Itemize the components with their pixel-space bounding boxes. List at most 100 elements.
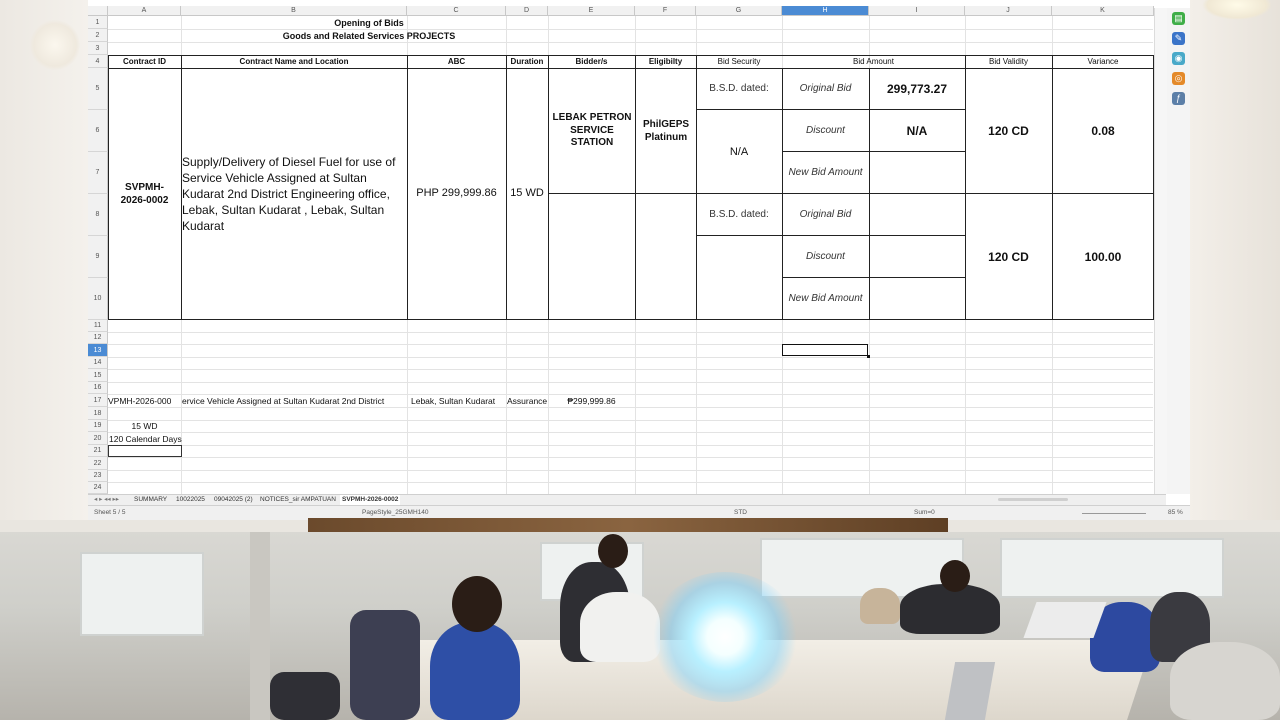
table-border [782, 151, 965, 152]
row17-cell-d[interactable]: Assurance [507, 396, 551, 406]
table-border [548, 193, 696, 194]
variance-cell[interactable]: 0.08 [1052, 124, 1154, 138]
status-zoom[interactable]: 85 % [1168, 506, 1183, 519]
discount-value[interactable]: N/A [869, 124, 965, 138]
column-header-b[interactable]: B [181, 6, 407, 16]
gridline [108, 332, 1153, 333]
row-header[interactable]: 21 [88, 445, 108, 457]
person-head [452, 576, 502, 632]
row20-cell-a[interactable]: 120 Calendar Days [109, 434, 209, 444]
bid-validity-cell[interactable]: 120 CD [965, 124, 1052, 138]
column-header-i[interactable]: I [869, 6, 965, 16]
tab-summary[interactable]: SUMMARY [132, 495, 169, 505]
row-header[interactable]: 6 [88, 110, 108, 152]
row17-cell-e[interactable]: ₱299,999.86 [548, 396, 635, 406]
meeting-room-video [0, 532, 1280, 720]
row-header[interactable]: 12 [88, 332, 108, 344]
original-bid-value[interactable]: 299,773.27 [869, 82, 965, 96]
ceiling-lamp [1202, 0, 1272, 20]
gallery-icon[interactable]: ◉ [1172, 52, 1185, 65]
row-header[interactable]: 10 [88, 278, 108, 320]
tab-10022025[interactable]: 10022025 [174, 495, 207, 505]
row-header[interactable]: 14 [88, 357, 108, 369]
vertical-scrollbar[interactable] [1154, 8, 1167, 494]
column-header-e[interactable]: E [548, 6, 635, 16]
row-header[interactable]: 8 [88, 194, 108, 236]
functions-icon[interactable]: ƒ [1172, 92, 1185, 105]
row-header[interactable]: 9 [88, 236, 108, 278]
new-bid-amount-label: New Bid Amount [788, 167, 863, 178]
row-header[interactable]: 17 [88, 394, 108, 407]
row17-cell-b[interactable]: ervice Vehicle Assigned at Sultan Kudara… [182, 396, 406, 406]
person-head [598, 534, 628, 568]
column-header-f[interactable]: F [635, 6, 696, 16]
table-border [1052, 55, 1053, 320]
row-header[interactable]: 23 [88, 470, 108, 482]
window [1000, 538, 1224, 598]
sheet-subtitle: Goods and Related Services PROJECTS [282, 31, 456, 41]
header-duration: Duration [510, 57, 544, 66]
row-header[interactable]: 11 [88, 320, 108, 332]
laptop [1023, 602, 1107, 638]
row-header[interactable]: 1 [88, 16, 108, 29]
row17-cell-c[interactable]: Lebak, Sultan Kudarat [411, 396, 506, 406]
header-contract-id: Contract ID [122, 57, 167, 66]
contract-id-cell[interactable]: SVPMH- 2026-0002 [108, 181, 181, 207]
column-header-k[interactable]: K [1052, 6, 1154, 16]
row-header[interactable]: 15 [88, 369, 108, 382]
navigator-icon[interactable]: ◎ [1172, 72, 1185, 85]
styles-icon[interactable]: ✎ [1172, 32, 1185, 45]
table-border [108, 319, 1154, 320]
table-border [108, 68, 1154, 69]
contract-name-cell[interactable]: Supply/Delivery of Diesel Fuel for use o… [182, 154, 406, 234]
row19-cell-a[interactable]: 15 WD [108, 421, 181, 431]
zoom-slider[interactable] [1082, 513, 1146, 514]
tab-nav-arrows[interactable]: ◂ ▸ ◂◂ ▸▸ [92, 495, 121, 505]
row-header[interactable]: 5 [88, 68, 108, 110]
row-header[interactable]: 22 [88, 457, 108, 470]
row-header[interactable]: 13 [88, 344, 108, 357]
column-header-j[interactable]: J [965, 6, 1052, 16]
row-header[interactable]: 16 [88, 382, 108, 394]
status-sheet-count: Sheet 5 / 5 [94, 509, 126, 516]
row17-cell-a[interactable]: VPMH-2026-000 [108, 396, 181, 406]
tab-notices[interactable]: NOTICES_sir AMPATUAN [258, 495, 338, 505]
tab-09042025-2[interactable]: 09042025 (2) [212, 495, 255, 505]
row-header[interactable]: 2 [88, 29, 108, 42]
row-header[interactable]: 18 [88, 407, 108, 420]
header-bid-amount: Bid Amount [853, 57, 894, 66]
duration-cell[interactable]: 15 WD [506, 187, 548, 199]
table-border [869, 68, 870, 320]
variance-cell[interactable]: 100.00 [1052, 250, 1154, 264]
original-bid-label: Original Bid [799, 83, 852, 94]
corner-select-all[interactable] [88, 6, 108, 16]
column-header-g[interactable]: G [696, 6, 782, 16]
row-header[interactable]: 4 [88, 55, 108, 68]
person [860, 588, 900, 624]
horizontal-scrollbar[interactable] [998, 498, 1068, 501]
column-header-c[interactable]: C [407, 6, 506, 16]
row-header[interactable]: 24 [88, 482, 108, 494]
room-wall-left [0, 0, 88, 520]
bidder-name-cell[interactable]: LEBAK PETRON SERVICE STATION [550, 112, 634, 150]
table-border [965, 55, 966, 320]
new-bid-amount-label: New Bid Amount [788, 293, 863, 304]
eligibility-cell[interactable]: PhilGEPS Platinum [637, 119, 695, 144]
column-header-a[interactable]: A [108, 6, 181, 16]
sheet-tab-bar: ◂ ▸ ◂◂ ▸▸ SUMMARY 10022025 09042025 (2) … [88, 494, 1166, 505]
row-header[interactable]: 20 [88, 432, 108, 445]
row21-cell-a-bordered[interactable] [108, 445, 182, 457]
active-cell-cursor[interactable] [782, 344, 868, 356]
row-header[interactable]: 7 [88, 152, 108, 194]
bid-validity-cell[interactable]: 120 CD [965, 250, 1052, 264]
tab-svpmh-2026-0002[interactable]: SVPMH-2026-0002 [340, 495, 401, 505]
abc-cell[interactable]: PHP 299,999.86 [407, 187, 506, 199]
fill-handle[interactable] [867, 355, 870, 358]
row-header[interactable]: 19 [88, 420, 108, 432]
column-header-h[interactable]: H [782, 6, 869, 16]
row-header[interactable]: 3 [88, 42, 108, 55]
properties-icon[interactable]: ▤ [1172, 12, 1185, 25]
bid-security-cell[interactable]: N/A [696, 146, 782, 158]
column-header-d[interactable]: D [506, 6, 548, 16]
header-bidders: Bidder/s [575, 57, 608, 66]
